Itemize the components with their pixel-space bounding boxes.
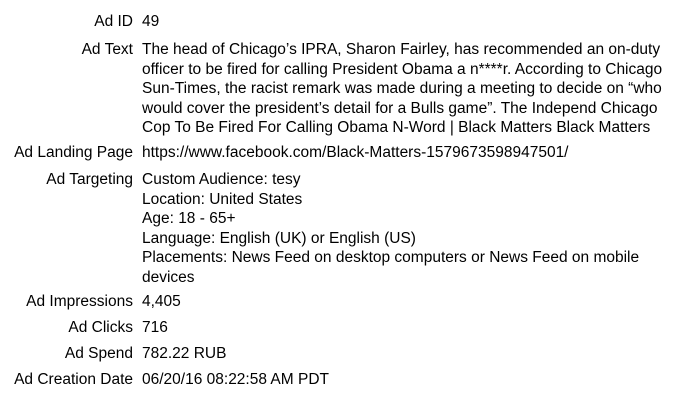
ad-text-line: Cop To Be Fired For Calling Obama N-Word… bbox=[142, 119, 651, 136]
ad-record-document: Ad ID 49 Ad Text The head of Chicago’s I… bbox=[0, 0, 681, 400]
ad-text-label: Ad Text bbox=[81, 41, 133, 58]
targeting-language: Language: English (UK) or English (US) bbox=[142, 229, 416, 247]
ad-targeting-label: Ad Targeting bbox=[46, 171, 133, 188]
ad-id-label: Ad ID bbox=[94, 13, 133, 30]
ad-text-line: The head of Chicago’s IPRA, Sharon Fairl… bbox=[142, 41, 661, 58]
ad-clicks-label: Ad Clicks bbox=[68, 319, 133, 336]
ad-impressions-value: 4,405 bbox=[142, 293, 181, 310]
targeting-placements-cont: devices bbox=[142, 268, 195, 286]
ad-impressions-label: Ad Impressions bbox=[26, 293, 133, 310]
targeting-placements: Placements: News Feed on desktop compute… bbox=[142, 249, 640, 266]
targeting-location: Location: United States bbox=[142, 190, 303, 208]
ad-spend-label: Ad Spend bbox=[64, 345, 133, 362]
ad-clicks-value: 716 bbox=[142, 319, 168, 336]
ad-creation-date-label: Ad Creation Date bbox=[14, 371, 133, 388]
ad-landing-page-label: Ad Landing Page bbox=[14, 144, 133, 161]
ad-targeting-value: Custom Audience: tesy Location: United S… bbox=[142, 170, 672, 287]
ad-spend-value: 782.22 RUB bbox=[142, 345, 227, 362]
ad-text-line: would cover the president’s detail for a… bbox=[142, 99, 658, 117]
ad-text-value: The head of Chicago’s IPRA, Sharon Fairl… bbox=[142, 40, 672, 138]
ad-id-value: 49 bbox=[142, 13, 160, 30]
ad-text-line: officer to be fired for calling Presiden… bbox=[142, 60, 663, 78]
ad-creation-date-value: 06/20/16 08:22:58 AM PDT bbox=[142, 371, 329, 388]
targeting-custom-audience: Custom Audience: tesy bbox=[142, 171, 301, 188]
ad-landing-page-url[interactable]: https://www.facebook.com/Black-Matters-1… bbox=[142, 143, 672, 163]
targeting-age: Age: 18 - 65+ bbox=[142, 210, 236, 227]
ad-text-line: Sun-Times, the racist remark was made du… bbox=[142, 80, 662, 97]
